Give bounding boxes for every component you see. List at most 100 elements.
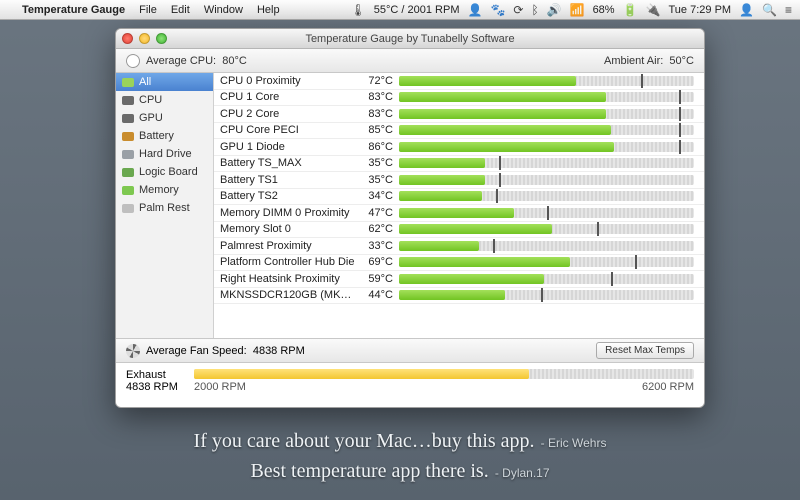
- sidebar-item-label: All: [139, 76, 151, 88]
- paw-tray-icon[interactable]: 🐾: [490, 3, 505, 17]
- menu-edit[interactable]: Edit: [171, 4, 190, 16]
- sensor-bar: [399, 191, 694, 201]
- sensor-row[interactable]: Battery TS234°C: [214, 189, 704, 206]
- sidebar-item-all[interactable]: All: [116, 73, 213, 91]
- volume-tray-icon[interactable]: 🔊: [547, 3, 562, 17]
- sidebar-item-palm-rest[interactable]: Palm Rest: [116, 199, 213, 217]
- sensor-name: Memory Slot 0: [214, 223, 359, 235]
- sidebar-item-label: Logic Board: [139, 166, 198, 178]
- sensor-name: GPU 1 Diode: [214, 141, 359, 153]
- quote-text: If you care about your Mac…buy this app.: [194, 430, 535, 452]
- sensor-temp: 44°C: [359, 289, 399, 301]
- battery-percent[interactable]: 68%: [593, 4, 615, 16]
- sensor-list: CPU 0 Proximity72°CCPU 1 Core83°CCPU 2 C…: [214, 73, 704, 338]
- avg-fan-label: Average Fan Speed:: [146, 345, 247, 357]
- wifi-tray-icon[interactable]: 📶: [570, 3, 585, 17]
- sidebar-item-cpu[interactable]: CPU: [116, 91, 213, 109]
- minimize-icon[interactable]: [139, 33, 150, 44]
- sidebar-item-label: Memory: [139, 184, 179, 196]
- max-marker: [679, 123, 681, 137]
- sensor-row[interactable]: MKNSSDCR120GB (MKN12…44°C: [214, 288, 704, 305]
- sensor-row[interactable]: CPU Core PECI85°C: [214, 123, 704, 140]
- sidebar-item-gpu[interactable]: GPU: [116, 109, 213, 127]
- list-menu-icon[interactable]: ≡: [785, 3, 792, 17]
- sidebar-item-hard-drive[interactable]: Hard Drive: [116, 145, 213, 163]
- sensor-row[interactable]: Battery TS_MAX35°C: [214, 156, 704, 173]
- sensor-temp: 86°C: [359, 141, 399, 153]
- menu-help[interactable]: Help: [257, 4, 280, 16]
- sensor-row[interactable]: Right Heatsink Proximity59°C: [214, 271, 704, 288]
- sensor-temp: 72°C: [359, 75, 399, 87]
- menu-file[interactable]: File: [139, 4, 157, 16]
- menu-temp-status[interactable]: 55°C / 2001 RPM: [374, 4, 460, 16]
- sensor-row[interactable]: Battery TS135°C: [214, 172, 704, 189]
- sidebar-item-label: Battery: [139, 130, 174, 142]
- user-tray-icon[interactable]: 👤: [467, 3, 482, 17]
- sensor-bar: [399, 290, 694, 300]
- sensor-name: Battery TS2: [214, 190, 359, 202]
- sensor-temp: 69°C: [359, 256, 399, 268]
- category-swatch-icon: [122, 186, 134, 195]
- sensor-temp: 35°C: [359, 157, 399, 169]
- max-marker: [597, 222, 599, 236]
- temp-menu-icon[interactable]: 🌡: [351, 3, 366, 17]
- category-swatch-icon: [122, 150, 134, 159]
- promo-quotes: If you care about your Mac…buy this app.…: [0, 426, 800, 486]
- sensor-bar: [399, 274, 694, 284]
- sensor-row[interactable]: CPU 1 Core83°C: [214, 90, 704, 107]
- clock[interactable]: Tue 7:29 PM: [669, 4, 732, 16]
- app-name[interactable]: Temperature Gauge: [22, 4, 125, 16]
- max-marker: [499, 173, 501, 187]
- sensor-bar: [399, 224, 694, 234]
- max-marker: [547, 206, 549, 220]
- avg-cpu-label: Average CPU:: [146, 55, 216, 67]
- sync-tray-icon[interactable]: ⟳: [513, 3, 523, 17]
- sensor-row[interactable]: Platform Controller Hub Die69°C: [214, 255, 704, 272]
- fan-name: Exhaust: [126, 369, 186, 381]
- sensor-temp: 59°C: [359, 273, 399, 285]
- fan-min: 2000 RPM: [194, 381, 246, 393]
- sidebar-item-label: Palm Rest: [139, 202, 190, 214]
- quote-attr: - Dylan.17: [495, 466, 550, 480]
- sensor-row[interactable]: GPU 1 Diode86°C: [214, 139, 704, 156]
- sensor-temp: 47°C: [359, 207, 399, 219]
- category-swatch-icon: [122, 168, 134, 177]
- max-marker: [499, 156, 501, 170]
- sensor-bar: [399, 158, 694, 168]
- sidebar-item-battery[interactable]: Battery: [116, 127, 213, 145]
- close-icon[interactable]: [122, 33, 133, 44]
- sensor-row[interactable]: Memory DIMM 0 Proximity47°C: [214, 205, 704, 222]
- sensor-temp: 85°C: [359, 124, 399, 136]
- sensor-temp: 35°C: [359, 174, 399, 186]
- menu-window[interactable]: Window: [204, 4, 243, 16]
- ambient-label: Ambient Air:: [604, 55, 663, 67]
- window-titlebar[interactable]: Temperature Gauge by Tunabelly Software: [116, 29, 704, 49]
- sensor-bar: [399, 109, 694, 119]
- fan-bar: [194, 369, 694, 379]
- spotlight-icon[interactable]: 👤: [739, 3, 754, 17]
- sensor-row[interactable]: Palmrest Proximity33°C: [214, 238, 704, 255]
- charge-tray-icon[interactable]: 🔌: [646, 3, 661, 17]
- category-swatch-icon: [122, 114, 134, 123]
- sensor-row[interactable]: CPU 2 Core83°C: [214, 106, 704, 123]
- sidebar-item-memory[interactable]: Memory: [116, 181, 213, 199]
- sensor-row[interactable]: Memory Slot 062°C: [214, 222, 704, 239]
- battery-tray-icon[interactable]: 🔋: [623, 3, 638, 17]
- quote-text: Best temperature app there is.: [250, 460, 488, 482]
- avg-cpu-value: 80°C: [222, 55, 247, 67]
- category-swatch-icon: [122, 132, 134, 141]
- sensor-row[interactable]: CPU 0 Proximity72°C: [214, 73, 704, 90]
- reset-max-temps-button[interactable]: Reset Max Temps: [596, 342, 694, 359]
- sidebar-item-label: GPU: [139, 112, 163, 124]
- sensor-bar: [399, 125, 694, 135]
- sensor-name: CPU Core PECI: [214, 124, 359, 136]
- fan-current: 4838 RPM: [126, 381, 186, 393]
- category-swatch-icon: [122, 78, 134, 87]
- zoom-icon[interactable]: [156, 33, 167, 44]
- sidebar-item-logic-board[interactable]: Logic Board: [116, 163, 213, 181]
- max-marker: [611, 272, 613, 286]
- quote-attr: - Eric Wehrs: [541, 436, 607, 450]
- search-icon[interactable]: 🔍: [762, 3, 777, 17]
- sidebar-item-label: Hard Drive: [139, 148, 192, 160]
- bluetooth-tray-icon[interactable]: ᛒ: [531, 3, 538, 17]
